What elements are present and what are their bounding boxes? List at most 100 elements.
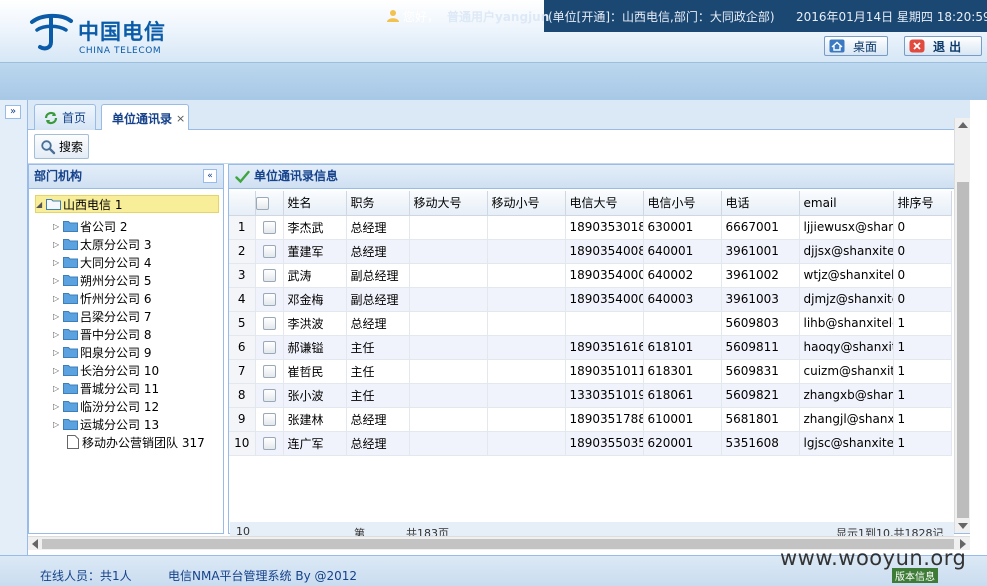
row-checkbox[interactable] xyxy=(255,263,284,288)
vertical-scroll-thumb[interactable] xyxy=(957,182,969,518)
collapsed-arrow-icon[interactable]: ▷ xyxy=(53,222,63,231)
collapsed-arrow-icon[interactable]: ▷ xyxy=(53,366,63,375)
cell-phone: 5351608 xyxy=(721,431,800,456)
collapsed-arrow-icon[interactable]: ▷ xyxy=(53,384,63,393)
tree-node-branch[interactable]: ▷ 省公司 2 xyxy=(53,217,127,235)
select-all-checkbox[interactable] xyxy=(255,191,284,216)
copyright: 电信NMA平台管理系统 By @2012 xyxy=(168,569,358,583)
scroll-up-icon[interactable] xyxy=(958,122,968,128)
column-header[interactable]: 电话 xyxy=(721,191,800,216)
collapsed-arrow-icon[interactable]: ▷ xyxy=(53,240,63,249)
tab-unit-directory[interactable]: 单位通讯录 × xyxy=(101,104,189,131)
row-checkbox[interactable] xyxy=(255,311,284,336)
tree-node-branch[interactable]: ▷ 运城分公司 13 xyxy=(53,415,159,433)
scroll-left-icon[interactable] xyxy=(32,539,38,549)
page-size-select[interactable]: 10 xyxy=(236,525,250,536)
tree-node-branch[interactable]: ▷ 晋中分公司 8 xyxy=(53,325,151,343)
table-row[interactable]: 4 邓金梅副总经理 189035400036400033961003djmjz@sh… xyxy=(229,287,952,312)
cell-name: 连广军 xyxy=(283,431,347,456)
column-header[interactable]: 职务 xyxy=(346,191,410,216)
exit-button[interactable]: 退 出 xyxy=(904,36,982,56)
table-row[interactable]: 10 连广军总经理 189035503526200015351608lgjsc@sh… xyxy=(229,431,952,456)
tree-node-root[interactable]: ◢ 山西电信 1 xyxy=(35,195,219,213)
table-row[interactable]: 9 张建林总经理 189035178826100015681801zhangjl@s… xyxy=(229,407,952,432)
home-icon xyxy=(829,39,845,53)
search-button[interactable]: 搜索 xyxy=(34,134,89,159)
column-header[interactable]: 电信小号 xyxy=(643,191,722,216)
tree-node-branch[interactable]: ▷ 朔州分公司 5 xyxy=(53,271,151,289)
tree-node-branch[interactable]: ▷ 太原分公司 3 xyxy=(53,235,151,253)
column-header[interactable]: 移动大号 xyxy=(409,191,488,216)
tab-unit-directory-label: 单位通讯录 xyxy=(112,111,173,126)
cell-name: 李杰武 xyxy=(283,215,347,240)
row-checkbox[interactable] xyxy=(255,431,284,456)
table-row[interactable]: 7 崔哲民主任 189035101186183015609831cuizm@shan… xyxy=(229,359,952,384)
scroll-down-icon[interactable] xyxy=(958,523,968,529)
row-checkbox[interactable] xyxy=(255,287,284,312)
folder-icon xyxy=(63,311,78,322)
search-icon xyxy=(41,139,56,154)
collapsed-arrow-icon[interactable]: ▷ xyxy=(53,348,63,357)
table-row[interactable]: 8 张小波主任 133035101916180615609821zhangxb@sh… xyxy=(229,383,952,408)
exit-icon xyxy=(909,39,925,53)
tree-node-branch[interactable]: ▷ 长治分公司 10 xyxy=(53,361,159,379)
checkmark-icon xyxy=(235,170,250,183)
collapsed-arrow-icon[interactable]: ▷ xyxy=(53,312,63,321)
tab-close-icon[interactable]: × xyxy=(176,112,185,125)
collapse-panel-button[interactable]: « xyxy=(203,169,217,183)
row-checkbox[interactable] xyxy=(255,239,284,264)
column-header[interactable]: 排序号 xyxy=(893,191,952,216)
expanded-arrow-icon[interactable]: ◢ xyxy=(36,200,46,209)
table-row[interactable]: 6 郝谦镒主任 189035161686181015609811haoqy@shan… xyxy=(229,335,952,360)
column-header[interactable]: 移动小号 xyxy=(487,191,566,216)
tree-node-branch[interactable]: ▷ 阳泉分公司 9 xyxy=(53,343,151,361)
row-number: 2 xyxy=(229,239,256,264)
tree-node-branch[interactable]: ▷ 大同分公司 4 xyxy=(53,253,151,271)
cell-tbig: 18903517882 xyxy=(565,407,644,432)
row-checkbox[interactable] xyxy=(255,215,284,240)
row-checkbox[interactable] xyxy=(255,359,284,384)
cell-phone: 3961003 xyxy=(721,287,800,312)
cell-msmall xyxy=(487,359,566,384)
tab-home[interactable]: 首页 xyxy=(34,104,96,130)
collapsed-arrow-icon[interactable]: ▷ xyxy=(53,402,63,411)
tree-node-branch[interactable]: ▷ 晋城分公司 11 xyxy=(53,379,159,397)
cell-mbig xyxy=(409,215,488,240)
vertical-scrollbar[interactable] xyxy=(954,118,970,533)
desktop-button[interactable]: 桌面 xyxy=(824,36,888,56)
cell-mbig xyxy=(409,383,488,408)
version-info-button[interactable]: 版本信息 xyxy=(892,568,938,583)
row-checkbox[interactable] xyxy=(255,407,284,432)
dept-panel-title: 部门机构 xyxy=(34,169,83,183)
tree-node-branch[interactable]: ▷ 临汾分公司 12 xyxy=(53,397,159,415)
row-number: 7 xyxy=(229,359,256,384)
column-header[interactable]: 电信大号 xyxy=(565,191,644,216)
tree-node-branch[interactable]: ▷ 忻州分公司 6 xyxy=(53,289,151,307)
table-row[interactable]: 1 李杰武总经理 189035301866300016667001ljjiewusx… xyxy=(229,215,952,240)
row-checkbox[interactable] xyxy=(255,383,284,408)
tree-node-leaf[interactable]: 移动办公营销团队 317 xyxy=(67,433,205,451)
expand-menu-button[interactable]: » xyxy=(5,105,21,119)
cell-name: 崔哲民 xyxy=(283,359,347,384)
cell-phone: 3961001 xyxy=(721,239,800,264)
collapsed-arrow-icon[interactable]: ▷ xyxy=(53,258,63,267)
table-row[interactable]: 5 李洪波总经理 5609803lihb@shanxitele.com1 xyxy=(229,311,952,336)
checkbox-icon xyxy=(262,437,276,450)
table-row[interactable]: 3 武涛副总经理 189035400026400023961002wtjz@shan… xyxy=(229,263,952,288)
tab-strip: 首页 单位通讯录 × xyxy=(28,100,970,131)
row-number-header xyxy=(229,191,256,216)
search-label: 搜索 xyxy=(59,140,84,154)
collapsed-arrow-icon[interactable]: ▷ xyxy=(53,294,63,303)
tree-node-branch[interactable]: ▷ 吕梁分公司 7 xyxy=(53,307,151,325)
column-header[interactable]: email xyxy=(799,191,894,216)
column-header[interactable]: 姓名 xyxy=(283,191,347,216)
collapsed-arrow-icon[interactable]: ▷ xyxy=(53,420,63,429)
table-row[interactable]: 2 董建军总经理 189035400896400013961001djjsx@sha… xyxy=(229,239,952,264)
collapsed-arrow-icon[interactable]: ▷ xyxy=(53,330,63,339)
row-checkbox[interactable] xyxy=(255,335,284,360)
grid-panel-title: 单位通讯录信息 xyxy=(254,169,339,183)
cell-tbig: 18903516168 xyxy=(565,335,644,360)
grid-panel-header: 单位通讯录信息 xyxy=(229,165,969,189)
collapsed-arrow-icon[interactable]: ▷ xyxy=(53,276,63,285)
cell-msmall xyxy=(487,287,566,312)
